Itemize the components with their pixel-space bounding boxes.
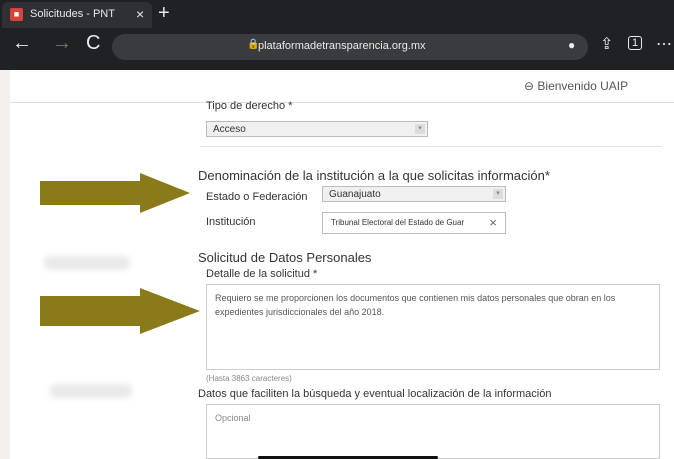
new-tab-icon[interactable]: + bbox=[158, 2, 170, 25]
institucion-label: Institución bbox=[206, 216, 256, 228]
user-icon: ⊖ bbox=[524, 79, 535, 93]
tipo-derecho-label: Tipo de derecho * bbox=[206, 100, 293, 112]
institucion-value: Tribunal Electoral del Estado de Guar bbox=[331, 218, 465, 227]
tipo-derecho-select[interactable]: Acceso ▾ bbox=[206, 121, 428, 137]
blurred-text bbox=[44, 256, 130, 270]
microphone-icon[interactable]: ● bbox=[568, 38, 575, 52]
tipo-derecho-value: Acceso bbox=[213, 124, 246, 135]
tab-title: Solicitudes - PNT bbox=[30, 8, 115, 20]
chevron-down-icon: ▾ bbox=[415, 124, 425, 134]
browser-tab[interactable]: ■ Solicitudes - PNT × bbox=[2, 2, 152, 28]
welcome-text: ⊖ Bienvenido UAIP bbox=[524, 79, 628, 93]
reload-icon[interactable]: C bbox=[86, 32, 100, 55]
annotation-arrow bbox=[40, 288, 200, 334]
annotation-arrow bbox=[40, 173, 190, 213]
detalle-label: Detalle de la solicitud * bbox=[206, 268, 318, 280]
navigation-bar: ← → C 🔒 plataformadetransparencia.org.mx… bbox=[0, 28, 674, 68]
detalle-textarea[interactable]: Requiero se me proporcionen los document… bbox=[206, 284, 660, 370]
more-menu-icon[interactable]: ⋯ bbox=[656, 34, 672, 54]
content-area: ⊖ Bienvenido UAIP Tipo de derecho * Acce… bbox=[10, 70, 674, 459]
welcome-label: Bienvenido UAIP bbox=[537, 79, 629, 93]
page-header: ⊖ Bienvenido UAIP bbox=[10, 70, 674, 103]
opcional-textarea[interactable]: Opcional bbox=[206, 404, 660, 459]
browser-chrome: ■ Solicitudes - PNT × + ← → C 🔒 platafor… bbox=[0, 0, 674, 70]
back-icon[interactable]: ← bbox=[12, 32, 32, 55]
url-text: plataformadetransparencia.org.mx bbox=[258, 40, 426, 52]
clear-icon[interactable]: × bbox=[489, 213, 497, 233]
chevron-down-icon: ▾ bbox=[493, 189, 503, 199]
address-bar[interactable]: 🔒 plataformadetransparencia.org.mx ● bbox=[112, 34, 588, 60]
tab-count-icon[interactable]: 1 bbox=[628, 36, 643, 50]
busqueda-heading: Datos que faciliten la búsqueda y eventu… bbox=[198, 388, 552, 400]
detalle-value: Requiero se me proporcionen los document… bbox=[215, 293, 616, 317]
institucion-field[interactable]: Tribunal Electoral del Estado de Guar × bbox=[322, 212, 506, 234]
share-icon[interactable]: ⇪ bbox=[600, 34, 613, 54]
blurred-text bbox=[50, 384, 132, 398]
institution-heading: Denominación de la institución a la que … bbox=[198, 168, 550, 183]
estado-value: Guanajuato bbox=[329, 189, 381, 200]
opcional-placeholder: Opcional bbox=[215, 413, 251, 423]
page: ⊖ Bienvenido UAIP Tipo de derecho * Acce… bbox=[0, 70, 674, 459]
char-limit-text: (Hasta 3863 caracteres) bbox=[206, 374, 292, 383]
forward-icon[interactable]: → bbox=[52, 32, 72, 55]
divider bbox=[200, 146, 662, 147]
estado-label: Estado o Federación bbox=[206, 191, 308, 203]
close-tab-icon[interactable]: × bbox=[136, 6, 144, 22]
datos-personales-heading: Solicitud de Datos Personales bbox=[198, 250, 372, 265]
estado-select[interactable]: Guanajuato ▾ bbox=[322, 186, 506, 202]
pnt-favicon-icon: ■ bbox=[10, 8, 23, 21]
